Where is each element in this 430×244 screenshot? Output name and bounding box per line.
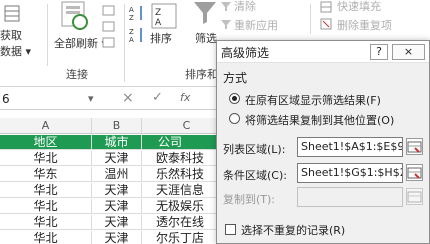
column-header-a[interactable]: A	[0, 118, 92, 134]
remove-duplicates-icon	[320, 18, 332, 30]
refresh-all-button[interactable]: 全部刷新 ▾	[54, 35, 107, 51]
sort-za-icon[interactable]: ZA	[128, 26, 146, 44]
refresh-all-icon	[58, 0, 90, 32]
dialog-title-bar[interactable]: 高级筛选 ? ×	[217, 41, 429, 63]
close-button[interactable]: ×	[392, 44, 425, 60]
dialog-title: 高级筛选	[221, 46, 270, 60]
help-button[interactable]: ?	[370, 44, 388, 60]
table-cell[interactable]: 华北	[0, 231, 92, 244]
connections-icon	[102, 4, 116, 52]
table-cell[interactable]: 温州	[92, 167, 142, 182]
table-cell[interactable]: 华北	[0, 199, 92, 214]
copy-to-picker-icon[interactable]	[406, 188, 423, 205]
radio-copy-to-location[interactable]	[229, 113, 240, 124]
filter-button[interactable]: 筛选	[195, 30, 217, 46]
advanced-filter-dialog: 高级筛选 ? × 方式 在原有区域显示筛选结果(F) 将筛选结果复制到其他位置(…	[216, 40, 430, 244]
svg-text:Z: Z	[155, 8, 161, 18]
reapply-button[interactable]: 重新应用	[234, 17, 278, 33]
sort-az-icon[interactable]: AZ	[128, 4, 146, 22]
list-range-input[interactable]: Sheet1!$A$1:$E$9	[297, 137, 403, 157]
dropdown-arrow-icon: ▾	[22, 45, 32, 58]
criteria-range-input[interactable]: Sheet1!$G$1:$H$2	[297, 163, 403, 183]
criteria-range-picker-icon[interactable]	[406, 164, 423, 181]
connections-group-label: 连接	[66, 68, 88, 81]
option-copy-to-location-label[interactable]: 将筛选结果复制到其他位置(O)	[245, 112, 394, 128]
table-cell[interactable]: 天津	[92, 231, 142, 244]
table-cell[interactable]: 天津	[92, 151, 142, 166]
copy-to-input[interactable]	[297, 187, 403, 207]
svg-text:Z: Z	[129, 14, 134, 22]
divider	[47, 4, 48, 66]
method-label: 方式	[223, 71, 248, 85]
svg-text:A: A	[155, 18, 162, 28]
radio-filter-in-place[interactable]	[229, 93, 240, 104]
table-cell[interactable]: 华北	[0, 215, 92, 230]
table-cell[interactable]: 华北	[0, 151, 92, 166]
cancel-icon[interactable]: ×	[122, 90, 134, 106]
option-filter-in-place-label[interactable]: 在原有区域显示筛选结果(F)	[245, 92, 381, 108]
name-box[interactable]: 6	[2, 92, 10, 106]
remove-duplicates-button[interactable]: 删除重复项	[337, 17, 392, 33]
table-cell[interactable]: 天津	[92, 183, 142, 198]
svg-text:A: A	[129, 6, 134, 14]
criteria-range-label: 条件区域(C):	[223, 169, 287, 182]
sort-button[interactable]: 排序	[150, 30, 172, 46]
copy-to-label: 复制到(T):	[223, 193, 276, 206]
get-data-icon	[2, 4, 24, 24]
quick-fill-button[interactable]: 快速填充	[337, 0, 381, 14]
svg-text:A: A	[129, 36, 134, 44]
quick-fill-icon	[320, 1, 332, 13]
list-range-picker-icon[interactable]	[406, 138, 423, 155]
divider	[124, 4, 125, 82]
unique-records-label[interactable]: 选择不重复的记录(R)	[241, 222, 345, 238]
divider	[310, 4, 311, 34]
table-header-cell[interactable]: 城市	[92, 135, 142, 150]
confirm-icon[interactable]: ✓	[152, 90, 163, 105]
reapply-icon	[220, 18, 232, 30]
table-cell[interactable]: 华东	[0, 167, 92, 182]
table-header-cell[interactable]: 地区	[0, 135, 92, 150]
table-cell[interactable]: 华北	[0, 183, 92, 198]
sheet-grid: A B C 地区 城市 公司 华北 天津 欧泰科技 华东 温州 乐然科技 华北 …	[0, 118, 232, 244]
name-box-dropdown-icon[interactable]: ▾	[88, 92, 94, 105]
table-cell[interactable]: 天津	[92, 215, 142, 230]
column-header-b[interactable]: B	[92, 118, 142, 134]
svg-text:Z: Z	[129, 28, 134, 36]
clear-icon	[220, 0, 232, 12]
get-data-button[interactable]: 获取 数据 ▾	[0, 27, 31, 59]
clear-button[interactable]: 清除	[234, 0, 256, 14]
filter-icon	[192, 0, 218, 26]
sort-icon: ZA	[150, 2, 180, 32]
table-cell[interactable]: 天津	[92, 199, 142, 214]
unique-records-checkbox[interactable]	[225, 224, 236, 235]
fx-icon[interactable]: fx	[180, 91, 190, 104]
list-range-label: 列表区域(L):	[223, 143, 286, 156]
